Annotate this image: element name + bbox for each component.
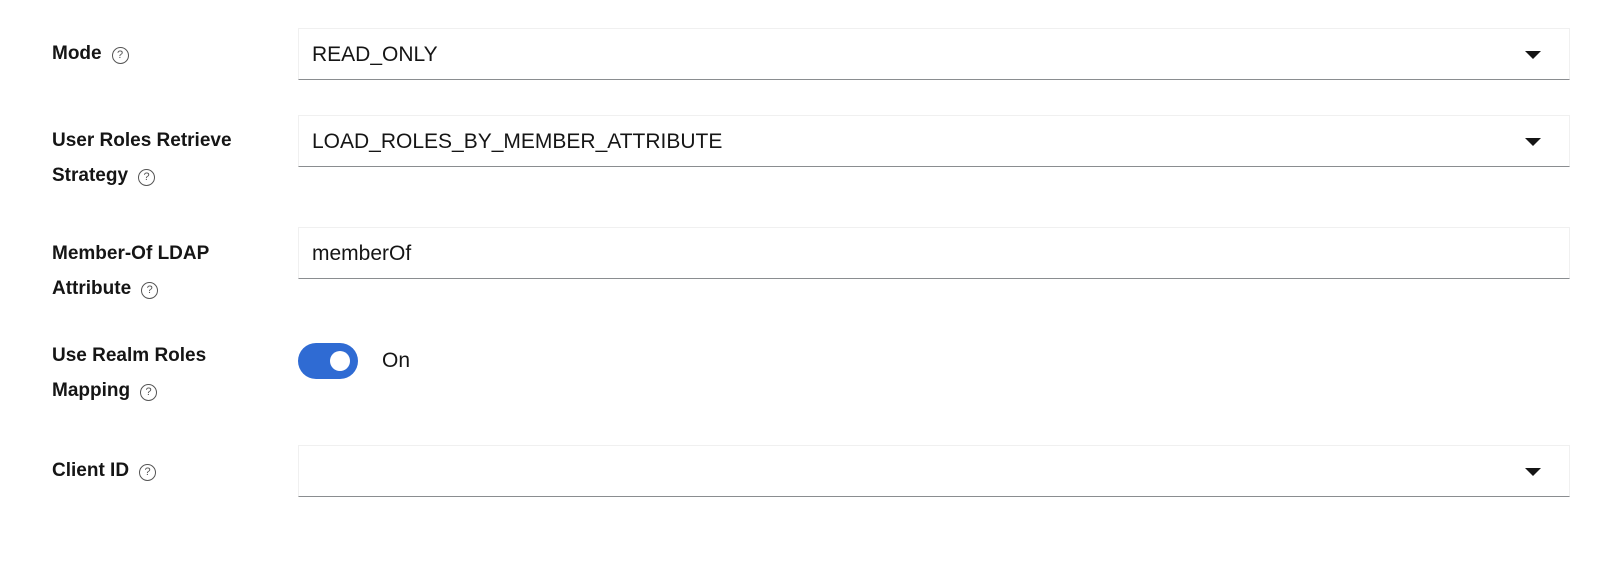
mode-label: Mode? [52,36,252,71]
realm-roles-label-line1: Use Realm Roles [52,345,207,366]
client-id-label-text: Client ID [52,460,130,481]
toggle-knob [330,351,350,371]
caret-down-icon [1525,51,1541,59]
client-id-label: Client ID? [52,453,252,488]
member-of-label-line2: Attribute [52,278,132,299]
mode-select[interactable]: READ_ONLY [298,28,1570,80]
realm-roles-toggle[interactable] [298,343,358,379]
help-icon[interactable]: ? [140,384,158,401]
strategy-label-line2: Strategy [52,165,129,186]
strategy-label-line1: User Roles Retrieve [52,130,232,151]
strategy-select[interactable]: LOAD_ROLES_BY_MEMBER_ATTRIBUTE [298,115,1570,167]
help-icon[interactable]: ? [138,169,156,186]
client-id-select[interactable] [298,445,1570,497]
caret-down-icon [1525,468,1541,476]
member-of-label-line1: Member-Of LDAP [52,243,210,264]
caret-down-icon [1525,138,1541,146]
strategy-label: User Roles Retrieve Strategy? [52,123,252,193]
member-of-input[interactable]: memberOf [298,227,1570,279]
realm-roles-label-line2: Mapping [52,380,131,401]
realm-roles-toggle-state: On [382,349,411,372]
realm-roles-label: Use Realm Roles Mapping? [52,338,252,408]
member-of-input-value: memberOf [312,242,412,265]
help-icon[interactable]: ? [141,282,159,299]
mode-select-value: READ_ONLY [312,43,438,66]
mode-label-text: Mode [52,43,102,64]
help-icon[interactable]: ? [139,464,157,481]
ldap-role-mapper-form: Mode? READ_ONLY User Roles Retrieve Stra… [0,0,1600,562]
help-icon[interactable]: ? [111,47,129,64]
member-of-label: Member-Of LDAP Attribute? [52,236,252,306]
strategy-select-value: LOAD_ROLES_BY_MEMBER_ATTRIBUTE [312,130,723,153]
